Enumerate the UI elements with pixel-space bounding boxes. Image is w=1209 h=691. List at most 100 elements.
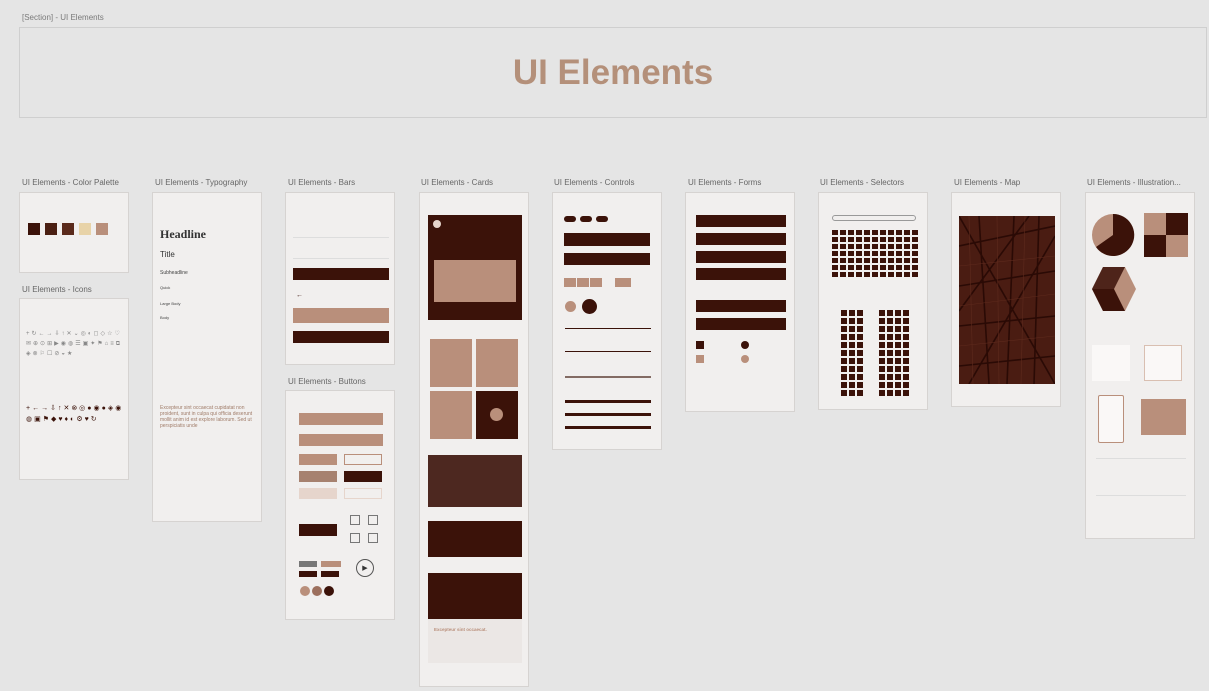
circle-button-tan[interactable] bbox=[300, 586, 310, 596]
rating-card[interactable] bbox=[428, 521, 522, 557]
input-field-3[interactable] bbox=[696, 251, 786, 263]
cube-illustration bbox=[1092, 267, 1136, 311]
forms-frame[interactable] bbox=[685, 192, 795, 412]
comment-card[interactable] bbox=[428, 455, 522, 507]
circle-button-mid[interactable] bbox=[312, 586, 322, 596]
frame-label-icons[interactable]: UI Elements - Icons bbox=[22, 285, 147, 294]
segment-2[interactable] bbox=[577, 278, 589, 287]
play-button[interactable]: ▶ bbox=[356, 559, 374, 577]
search-pill[interactable] bbox=[832, 215, 916, 221]
back-arrow-icon[interactable]: ← bbox=[296, 292, 303, 299]
pressed-button-dark[interactable] bbox=[344, 471, 382, 482]
selectors-frame[interactable] bbox=[818, 192, 928, 410]
normal-button-outline[interactable] bbox=[344, 454, 382, 465]
progress-3 bbox=[565, 426, 651, 429]
color-palette-frame[interactable] bbox=[19, 192, 129, 273]
bottom-nav-bar[interactable] bbox=[293, 331, 389, 343]
grid-card-3[interactable] bbox=[430, 391, 472, 439]
chip-4[interactable] bbox=[321, 571, 339, 577]
text-row[interactable] bbox=[564, 253, 650, 265]
toggle-3[interactable] bbox=[596, 216, 608, 222]
pie-illustration bbox=[1092, 213, 1135, 256]
progress-1 bbox=[565, 400, 651, 403]
segment-3[interactable] bbox=[590, 278, 602, 287]
checkbox-checked[interactable] bbox=[696, 341, 704, 349]
frame-label-color-palette[interactable]: UI Elements - Color Palette bbox=[22, 178, 147, 187]
seat-grid-left[interactable] bbox=[841, 310, 863, 396]
typo-large-body: Large Body bbox=[160, 301, 181, 306]
illustration-frame[interactable] bbox=[1085, 192, 1195, 539]
map-view[interactable] bbox=[959, 216, 1055, 384]
buttons-frame[interactable]: ▶ bbox=[285, 390, 395, 620]
frame-label-selectors[interactable]: UI Elements - Selectors bbox=[820, 178, 930, 187]
normal-button-filled[interactable] bbox=[299, 454, 337, 465]
input-field-1[interactable] bbox=[696, 215, 786, 227]
icon-circle-light[interactable] bbox=[565, 301, 576, 312]
chip-1[interactable] bbox=[299, 561, 317, 567]
frame-label-controls[interactable]: UI Elements - Controls bbox=[554, 178, 664, 187]
checkbox-1[interactable] bbox=[350, 515, 360, 525]
feature-card-body[interactable]: Excepteur sint occaecat. bbox=[428, 619, 522, 663]
frame-label-map[interactable]: UI Elements - Map bbox=[954, 178, 1064, 187]
icons-frame[interactable]: +↻←→⇩↑✕⌄◎◐◻◇☆♡✉⊕⊙⊞▶◉◍☰▣✦⚑⌂≡⧉◈⊗⚐☐⊘◒★ +←→⇩… bbox=[19, 298, 129, 480]
circle-buttons[interactable] bbox=[300, 586, 334, 596]
pressed-button-large[interactable] bbox=[299, 524, 337, 536]
frame-label-cards[interactable]: UI Elements - Cards bbox=[421, 178, 531, 187]
switch-row[interactable] bbox=[564, 233, 650, 246]
cards-frame[interactable]: Excepteur sint occaecat. bbox=[419, 192, 529, 687]
tooltip-box-2 bbox=[1144, 345, 1182, 381]
toggle-row[interactable] bbox=[564, 216, 608, 222]
section-label: [Section] - UI Elements bbox=[22, 13, 104, 22]
toggle-2[interactable] bbox=[580, 216, 592, 222]
select-field-1[interactable] bbox=[696, 300, 786, 312]
grid-card-4[interactable] bbox=[476, 391, 518, 439]
slider-1[interactable] bbox=[565, 328, 651, 329]
checkbox-2[interactable] bbox=[368, 515, 378, 525]
callout-box bbox=[1141, 399, 1186, 435]
top-bar-2[interactable] bbox=[293, 241, 389, 259]
input-field-2[interactable] bbox=[696, 233, 786, 245]
seat-grid-right[interactable] bbox=[879, 310, 909, 396]
map-frame[interactable] bbox=[951, 192, 1061, 407]
icon-circle-dark[interactable] bbox=[582, 299, 597, 314]
select-field-2[interactable] bbox=[696, 318, 786, 330]
circle-button-dark[interactable] bbox=[324, 586, 334, 596]
checkbox-3[interactable] bbox=[350, 533, 360, 543]
slider-2[interactable] bbox=[565, 351, 651, 352]
segment-1[interactable] bbox=[564, 278, 576, 287]
chip-3[interactable] bbox=[299, 571, 317, 577]
pill-button[interactable] bbox=[615, 278, 631, 287]
bars-frame[interactable]: ← bbox=[285, 192, 395, 365]
phone-illustration bbox=[1098, 395, 1124, 443]
feature-card-image[interactable] bbox=[428, 573, 522, 619]
frame-label-typography[interactable]: UI Elements - Typography bbox=[155, 178, 265, 187]
typography-frame[interactable]: Headline Title Subheadline Quick Large B… bbox=[152, 192, 262, 522]
disabled-button-outline bbox=[344, 488, 382, 499]
add-icon[interactable] bbox=[490, 408, 503, 421]
segmented-control[interactable] bbox=[564, 278, 602, 287]
top-bar-1[interactable] bbox=[293, 220, 389, 238]
grid-card-1[interactable] bbox=[430, 339, 472, 387]
pressed-button-filled[interactable] bbox=[299, 471, 337, 482]
frame-label-illustration[interactable]: UI Elements - Illustration... bbox=[1087, 178, 1205, 187]
chip-2[interactable] bbox=[321, 561, 341, 567]
frame-label-forms[interactable]: UI Elements - Forms bbox=[688, 178, 798, 187]
tan-bar[interactable] bbox=[293, 308, 389, 323]
toggle-1[interactable] bbox=[564, 216, 576, 222]
media-card[interactable] bbox=[428, 215, 522, 320]
tooltip-box-1 bbox=[1092, 345, 1130, 381]
input-field-email[interactable] bbox=[696, 268, 786, 280]
feature-card-title: Excepteur sint occaecat. bbox=[434, 627, 487, 632]
checkbox-disabled bbox=[696, 355, 704, 363]
frame-label-bars[interactable]: UI Elements - Bars bbox=[288, 178, 398, 187]
calendar-grid[interactable] bbox=[832, 230, 918, 277]
arrow-button[interactable] bbox=[299, 434, 383, 446]
frame-label-buttons[interactable]: UI Elements - Buttons bbox=[288, 377, 398, 386]
radio-checked[interactable] bbox=[741, 341, 749, 349]
swatch-tan bbox=[96, 223, 108, 235]
dark-bar[interactable] bbox=[293, 268, 389, 280]
controls-frame[interactable] bbox=[552, 192, 662, 450]
grid-card-2[interactable] bbox=[476, 339, 518, 387]
checkbox-4[interactable] bbox=[368, 533, 378, 543]
primary-button[interactable] bbox=[299, 413, 383, 425]
